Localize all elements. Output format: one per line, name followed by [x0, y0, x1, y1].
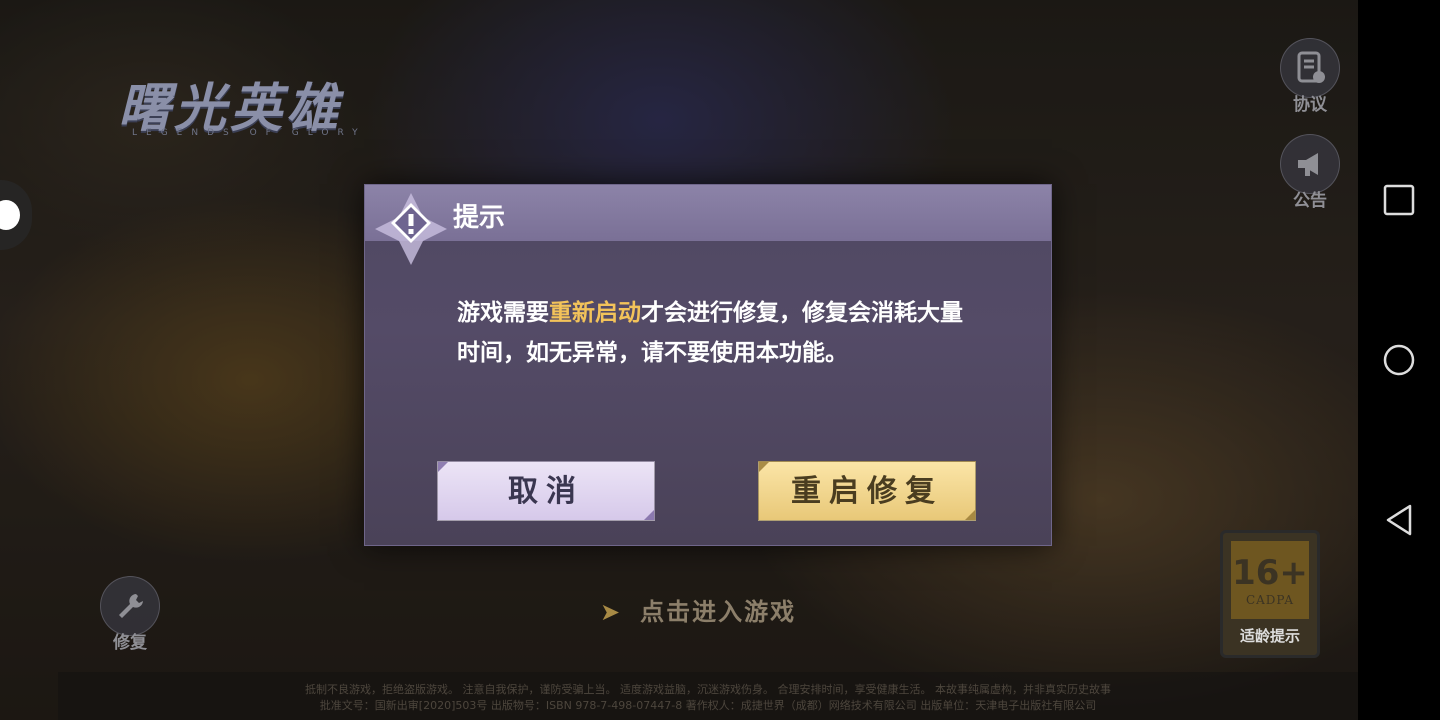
dialog-title: 提示	[453, 203, 506, 233]
announcement-label: 公告	[1293, 191, 1327, 211]
footer-line-1: 抵制不良游戏，拒绝盗版游戏。 注意自我保护，谨防受骗上当。 适度游戏益脑，沉迷游…	[305, 683, 1111, 696]
corner-decoration	[438, 462, 448, 472]
announcement-button[interactable]: 公告	[1280, 134, 1340, 211]
age-rating-box: 16+ CADPA	[1231, 541, 1309, 619]
home-icon[interactable]	[1382, 343, 1416, 377]
cancel-button[interactable]: 取消	[437, 461, 655, 521]
system-navigation-bar	[1358, 0, 1440, 720]
enter-game-prompt[interactable]: ➤ 点击进入游戏	[600, 592, 796, 627]
age-org: CADPA	[1245, 593, 1295, 607]
megaphone-icon	[1280, 134, 1340, 194]
arrow-right-icon: ➤	[600, 598, 623, 626]
restart-repair-button[interactable]: 重启修复	[758, 461, 976, 521]
agreement-button[interactable]: 协议	[1280, 38, 1340, 115]
warning-icon	[375, 193, 447, 265]
enter-game-label: 点击进入游戏	[640, 598, 797, 626]
recents-icon[interactable]	[1382, 183, 1416, 217]
agreement-label: 协议	[1293, 95, 1327, 115]
corner-decoration	[644, 510, 654, 520]
logo-subtitle: LEGENDS OF GLORY	[132, 128, 367, 138]
repair-label: 修复	[113, 633, 147, 653]
repair-confirm-dialog: 提示 游戏需要重新启动才会进行修复，修复会消耗大量时间，如无异常，请不要使用本功…	[364, 184, 1052, 546]
corner-decoration	[965, 510, 975, 520]
cancel-label: 取消	[508, 474, 584, 509]
back-icon[interactable]	[1382, 503, 1416, 537]
legal-footer: 抵制不良游戏，拒绝盗版游戏。 注意自我保护，谨防受骗上当。 适度游戏益脑，沉迷游…	[58, 672, 1358, 720]
message-part-1: 游戏需要	[457, 300, 549, 326]
game-logo: 曙光英雄 LEGENDS OF GLORY	[118, 66, 448, 146]
document-icon	[1280, 38, 1340, 98]
age-number: 16+	[1232, 553, 1308, 593]
corner-decoration	[759, 462, 769, 472]
message-highlight: 重新启动	[549, 300, 641, 326]
footer-line-2: 批准文号：国新出审[2020]503号 出版物号：ISBN 978-7-498-…	[319, 699, 1097, 712]
dialog-message: 游戏需要重新启动才会进行修复，修复会消耗大量时间，如无异常，请不要使用本功能。	[457, 293, 977, 373]
repair-button[interactable]: 修复	[100, 576, 160, 653]
restart-repair-label: 重启修复	[791, 474, 943, 509]
assistant-dot-icon	[0, 200, 20, 230]
age-rating-badge[interactable]: 16+ CADPA 适龄提示	[1220, 530, 1320, 658]
wrench-icon	[100, 576, 160, 636]
age-tip-label: 适龄提示	[1239, 627, 1300, 645]
